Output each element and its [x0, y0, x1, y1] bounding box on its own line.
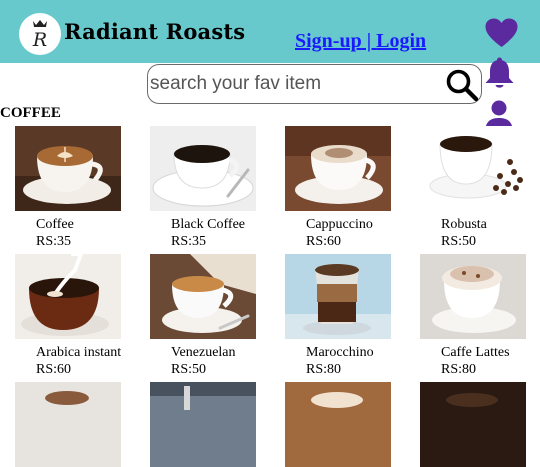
product-image	[15, 126, 121, 211]
product-image	[420, 382, 526, 467]
product-image	[420, 126, 526, 211]
product-name: Caffe Lattes	[441, 345, 510, 360]
section-title: COFFEE	[0, 105, 61, 121]
brand-name: Radiant Roasts	[64, 19, 246, 44]
heart-icon[interactable]	[485, 18, 518, 48]
crown-monogram-icon: R	[32, 20, 47, 51]
product-price: RS:35	[171, 234, 207, 249]
product-image	[285, 126, 391, 211]
product-name: Marocchino	[306, 345, 374, 360]
search-bar	[147, 64, 482, 104]
product-image	[150, 126, 256, 211]
product-name: Robusta	[441, 217, 487, 232]
product-price: RS:50	[441, 234, 477, 249]
product-image	[420, 254, 526, 339]
product-name: Arabica instant	[36, 345, 122, 360]
product-image	[285, 254, 391, 339]
product-name: Coffee	[36, 217, 74, 232]
product-image	[150, 254, 256, 339]
product-image	[285, 382, 391, 467]
product-name: Black Coffee	[171, 217, 245, 232]
header-bar: R Radiant Roasts Sign-up | Login	[0, 0, 540, 63]
product-image	[150, 382, 256, 467]
product-image	[15, 254, 121, 339]
product-name: Venezuelan	[171, 345, 236, 360]
search-input[interactable]	[150, 69, 440, 99]
product-price: RS:60	[36, 362, 72, 377]
signup-link[interactable]: Sign-up	[295, 30, 362, 52]
product-price: RS:80	[306, 362, 342, 377]
auth-links: Sign-up | Login	[295, 30, 426, 53]
product-price: RS:35	[36, 234, 72, 249]
search-icon[interactable]	[445, 68, 479, 102]
login-link[interactable]: Login	[376, 30, 426, 52]
svg-text:R: R	[32, 29, 47, 51]
product-price: RS:80	[441, 362, 477, 377]
brand-logo[interactable]: R	[19, 13, 61, 55]
bell-icon[interactable]	[484, 57, 515, 91]
product-price: RS:60	[306, 234, 342, 249]
auth-separator: |	[361, 30, 377, 52]
product-name: Cappuccino	[306, 217, 373, 232]
product-image	[15, 382, 121, 467]
product-price: RS:50	[171, 362, 207, 377]
